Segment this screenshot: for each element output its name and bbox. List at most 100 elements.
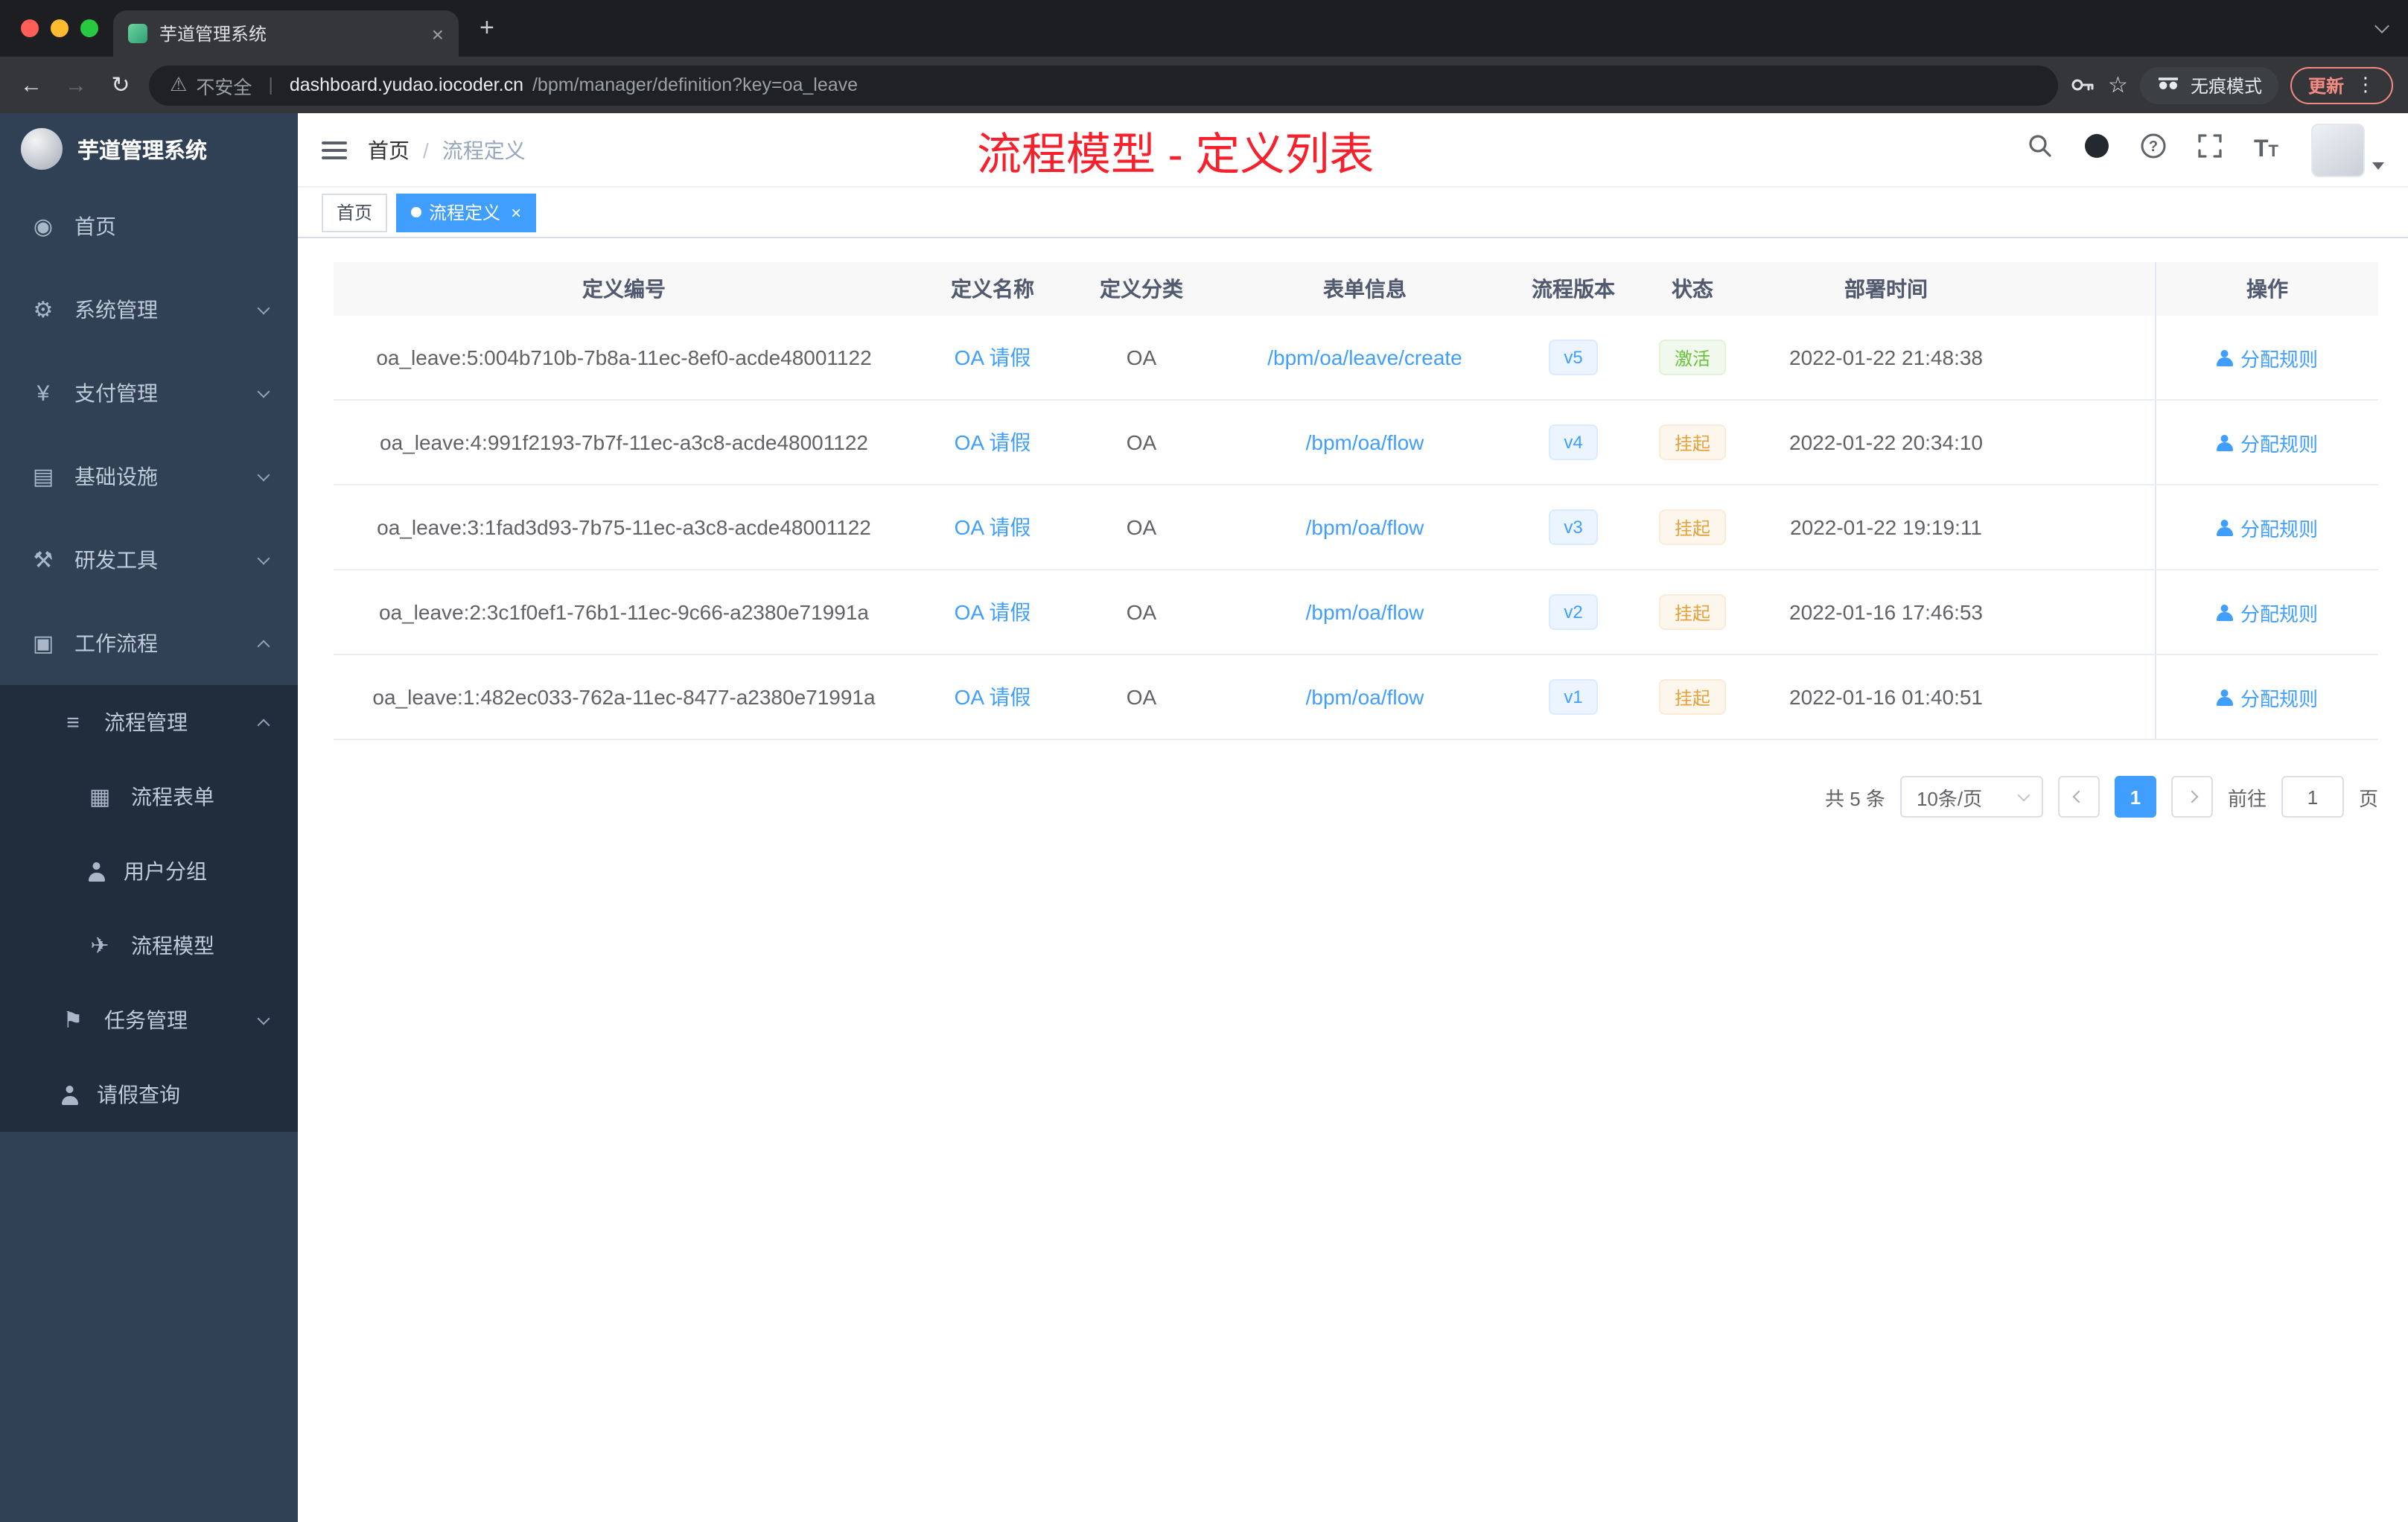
- version-tag: v3: [1549, 509, 1598, 545]
- tags-bar: 首页 流程定义 ×: [298, 188, 2408, 238]
- form-link[interactable]: /bpm/oa/flow: [1306, 685, 1424, 709]
- version-tag: v4: [1549, 424, 1598, 460]
- key-icon[interactable]: [2069, 73, 2096, 97]
- table-row: oa_leave:4:991f2193-7b7f-11ec-a3c8-acde4…: [334, 401, 2378, 485]
- app-title: 芋道管理系统: [77, 139, 207, 163]
- new-tab-button[interactable]: +: [480, 13, 494, 43]
- sidebar-item-payment-management[interactable]: ¥ 支付管理: [0, 351, 298, 435]
- assign-rule-button[interactable]: 分配规则: [2217, 683, 2318, 711]
- prev-page-button[interactable]: [2057, 776, 2100, 818]
- back-button[interactable]: ←: [15, 72, 48, 98]
- person-icon: [60, 1085, 79, 1104]
- search-icon[interactable]: [2028, 133, 2054, 167]
- font-size-icon[interactable]: TT: [2254, 137, 2278, 162]
- sidebar-item-home[interactable]: ◉ 首页: [0, 185, 298, 268]
- cell-form: /bpm/oa/flow: [1212, 655, 1517, 739]
- sidebar-item-infrastructure[interactable]: ▤ 基础设施: [0, 435, 298, 518]
- avatar[interactable]: [2311, 123, 2365, 176]
- form-link[interactable]: /bpm/oa/leave/create: [1267, 346, 1462, 369]
- chevron-icon: [257, 301, 270, 314]
- assign-rule-button[interactable]: 分配规则: [2217, 598, 2318, 626]
- sidebar-item-workflow[interactable]: ▣ 工作流程: [0, 602, 298, 685]
- cell-category: OA: [1126, 600, 1157, 624]
- workflow-icon: ▣: [32, 631, 54, 657]
- current-page-button[interactable]: 1: [2114, 776, 2156, 818]
- next-page-button[interactable]: [2170, 776, 2213, 818]
- bookmark-star-icon[interactable]: ☆: [2108, 71, 2128, 98]
- infrastructure-icon: ▤: [32, 465, 54, 490]
- url-domain: dashboard.yudao.iocoder.cn: [289, 74, 523, 95]
- person-icon: [2217, 689, 2233, 705]
- sidebar-item-task-management[interactable]: ⚑ 任务管理: [0, 983, 298, 1057]
- definition-name-link[interactable]: OA 请假: [955, 682, 1031, 712]
- address-bar[interactable]: ⚠ 不安全 | dashboard.yudao.iocoder.cn/bpm/m…: [149, 65, 2058, 105]
- task-flag-icon: ⚑: [63, 1008, 83, 1034]
- assign-rule-button[interactable]: 分配规则: [2217, 428, 2318, 456]
- window-close-button[interactable]: [21, 19, 39, 37]
- browser-tab[interactable]: 芋道管理系统 ×: [113, 10, 459, 57]
- browser-update-button[interactable]: 更新 ⋮: [2290, 66, 2393, 104]
- tag-item[interactable]: 首页: [322, 193, 388, 232]
- assign-rule-button[interactable]: 分配规则: [2217, 513, 2318, 541]
- cell-definition-id: oa_leave:4:991f2193-7b7f-11ec-a3c8-acde4…: [380, 430, 868, 454]
- sidebar-item-user-group[interactable]: 用户分组: [0, 834, 298, 908]
- version-tag: v2: [1549, 594, 1598, 630]
- main-area: 首页 / 流程定义 流程模型 - 定义列表 ? TT 首页 流程定义 × 定义编…: [298, 113, 2408, 1522]
- sidebar-item-process-model[interactable]: ✈ 流程模型: [0, 908, 298, 983]
- person-icon: [2217, 604, 2233, 620]
- cell-definition-id: oa_leave:5:004b710b-7b8a-11ec-8ef0-acde4…: [376, 346, 872, 369]
- status-tag: 挂起: [1659, 679, 1725, 715]
- window-controls: [21, 19, 98, 37]
- cell-spacer: [2016, 316, 2155, 399]
- cell-action: 分配规则: [2155, 401, 2378, 484]
- table-row: oa_leave:5:004b710b-7b8a-11ec-8ef0-acde4…: [334, 316, 2378, 401]
- reload-button[interactable]: ↻: [104, 71, 137, 98]
- user-menu[interactable]: [2311, 123, 2384, 176]
- hamburger-icon[interactable]: [322, 136, 347, 163]
- sidebar-item-leave-query[interactable]: 请假查询: [0, 1057, 298, 1132]
- form-link[interactable]: /bpm/oa/flow: [1306, 515, 1424, 539]
- sidebar-item-system-management[interactable]: ⚙ 系统管理: [0, 268, 298, 351]
- github-icon[interactable]: [2084, 133, 2111, 167]
- definition-name-link[interactable]: OA 请假: [955, 343, 1031, 372]
- sidebar-item-process-form[interactable]: ▦ 流程表单: [0, 760, 298, 834]
- incognito-badge: 无痕模式: [2139, 66, 2278, 104]
- cell-status: 挂起: [1629, 655, 1756, 739]
- top-navbar: 首页 / 流程定义 流程模型 - 定义列表 ? TT: [298, 113, 2408, 188]
- tab-list-chevron-icon[interactable]: [2374, 19, 2389, 34]
- definition-name-link[interactable]: OA 请假: [955, 597, 1031, 627]
- forward-button[interactable]: →: [60, 72, 92, 98]
- goto-page-input[interactable]: [2281, 776, 2344, 818]
- window-zoom-button[interactable]: [80, 19, 98, 37]
- assign-rule-button[interactable]: 分配规则: [2217, 343, 2318, 372]
- page-size-select[interactable]: 10条/页: [1899, 776, 2043, 818]
- cell-category: OA: [1126, 346, 1157, 369]
- form-link[interactable]: /bpm/oa/flow: [1306, 600, 1424, 624]
- cell-definition-name: OA 请假: [914, 655, 1071, 739]
- cell-deploy-time: 2022-01-16 17:46:53: [1789, 600, 1983, 624]
- kebab-menu-icon[interactable]: ⋮: [2356, 73, 2375, 97]
- tag-close-icon[interactable]: ×: [511, 203, 521, 221]
- breadcrumb-home[interactable]: 首页: [368, 135, 410, 165]
- tag-active[interactable]: 流程定义 ×: [396, 193, 537, 232]
- window-minimize-button[interactable]: [51, 19, 69, 37]
- cell-category: OA: [1126, 685, 1157, 709]
- question-icon[interactable]: ?: [2141, 133, 2167, 167]
- url-path: /bpm/manager/definition?key=oa_leave: [532, 74, 859, 95]
- navbar-actions: ? TT: [2028, 123, 2384, 176]
- app-logo[interactable]: 芋道管理系统: [0, 113, 298, 185]
- definition-name-link[interactable]: OA 请假: [955, 427, 1031, 457]
- definition-name-link[interactable]: OA 请假: [955, 512, 1031, 542]
- sidebar-item-dev-tools[interactable]: ⚒ 研发工具: [0, 518, 298, 602]
- cell-status: 挂起: [1629, 485, 1756, 569]
- chevron-down-icon: [2017, 789, 2030, 802]
- page-size-value: 10条/页: [1916, 787, 1983, 809]
- cell-definition-name: OA 请假: [914, 316, 1071, 399]
- fullscreen-icon[interactable]: [2197, 133, 2224, 167]
- warning-icon: ⚠: [170, 73, 188, 95]
- url-separator: |: [268, 74, 273, 95]
- form-link[interactable]: /bpm/oa/flow: [1306, 430, 1424, 454]
- tab-close-icon[interactable]: ×: [432, 23, 444, 44]
- sidebar-item-process-management[interactable]: ≡ 流程管理: [0, 685, 298, 760]
- cell-form: /bpm/oa/flow: [1212, 485, 1517, 569]
